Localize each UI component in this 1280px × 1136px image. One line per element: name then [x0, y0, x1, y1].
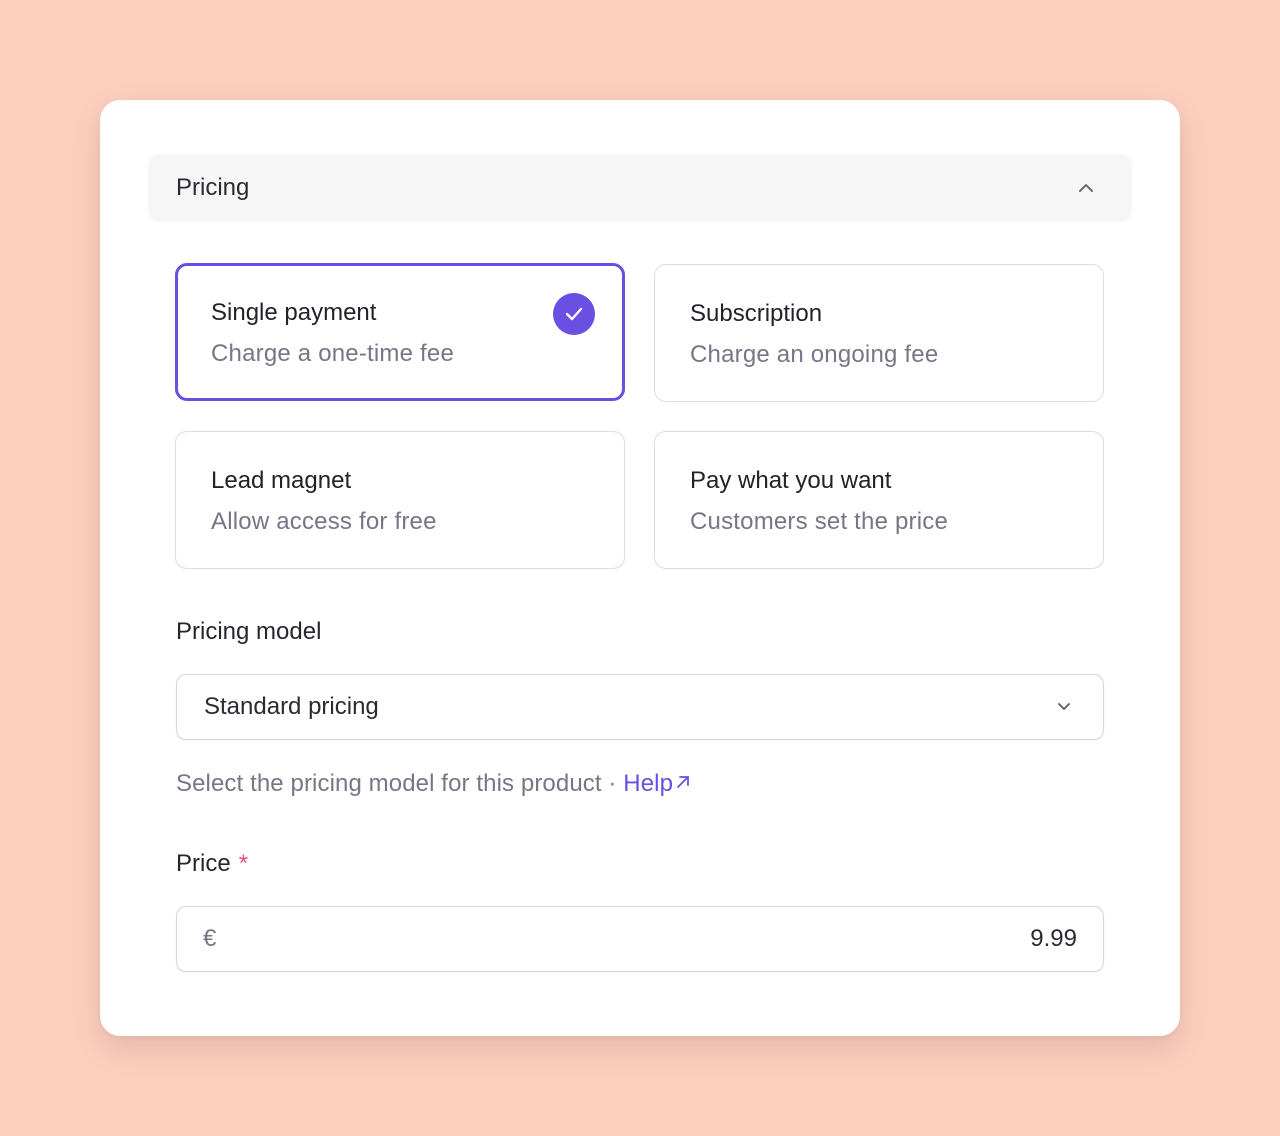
option-description: Charge an ongoing fee	[690, 341, 939, 368]
help-link[interactable]: Help	[623, 770, 690, 797]
pricing-model-hint: Select the pricing model for this produc…	[176, 768, 690, 798]
chevron-up-icon[interactable]	[1078, 180, 1094, 196]
pricing-model-select[interactable]: Standard pricing	[176, 674, 1104, 740]
help-label: Help	[623, 770, 674, 797]
pricing-card: Pricing Single payment Charge a one-time…	[100, 100, 1180, 1036]
price-label: Price *	[176, 850, 248, 878]
option-title: Lead magnet	[211, 467, 352, 494]
external-link-icon	[676, 768, 690, 796]
option-title: Pay what you want	[690, 467, 892, 494]
section-title: Pricing	[176, 174, 250, 201]
price-input[interactable]: € 9.99	[176, 906, 1104, 972]
option-pay-what-you-want[interactable]: Pay what you want Customers set the pric…	[654, 431, 1104, 569]
chevron-down-icon	[1057, 698, 1071, 716]
hint-text: Select the pricing model for this produc…	[176, 770, 624, 797]
option-single-payment[interactable]: Single payment Charge a one-time fee	[175, 263, 625, 401]
required-marker: *	[238, 850, 249, 877]
option-description: Customers set the price	[690, 508, 949, 535]
option-title: Subscription	[690, 300, 823, 327]
option-description: Allow access for free	[211, 508, 437, 535]
check-icon	[553, 293, 595, 335]
option-lead-magnet[interactable]: Lead magnet Allow access for free	[175, 431, 625, 569]
pricing-section-header[interactable]: Pricing	[148, 154, 1132, 222]
option-description: Charge a one-time fee	[211, 340, 455, 367]
price-label-text: Price	[176, 850, 231, 877]
pricing-model-label: Pricing model	[176, 618, 322, 645]
pricing-model-value: Standard pricing	[204, 693, 379, 720]
price-value[interactable]: 9.99	[1030, 925, 1077, 953]
option-subscription[interactable]: Subscription Charge an ongoing fee	[654, 264, 1104, 402]
currency-symbol: €	[203, 925, 217, 952]
